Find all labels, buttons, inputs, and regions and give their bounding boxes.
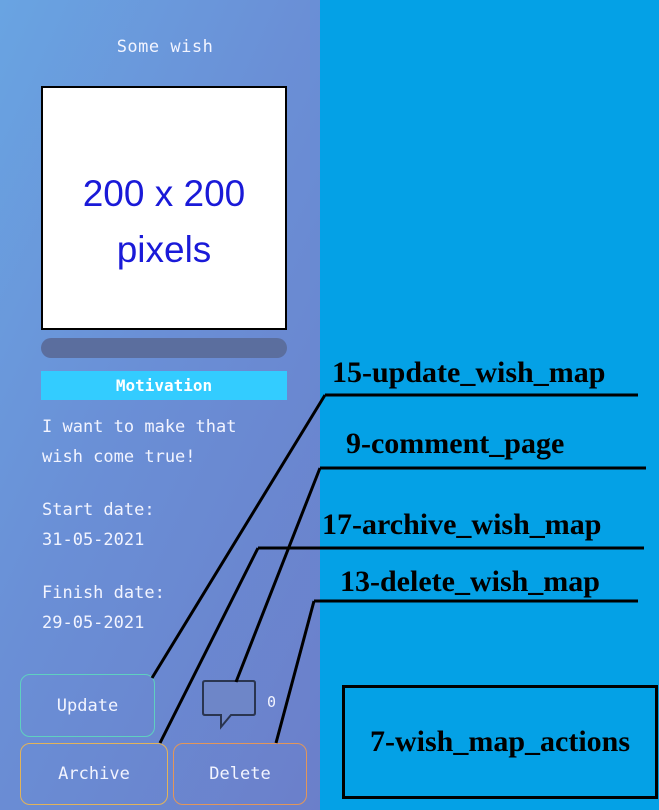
progress-bar	[41, 338, 287, 358]
finish-date-label: Finish date:	[42, 583, 165, 603]
comment-count: 0	[267, 693, 277, 711]
motivation-text: I want to make that wish come true!	[42, 417, 237, 467]
wish-card: Some wish 200 x 200 pixels Motivation I …	[0, 0, 320, 810]
image-placeholder-line2: pixels	[116, 229, 212, 270]
update-button[interactable]: Update	[20, 674, 155, 737]
start-date-value: 31-05-2021	[42, 530, 145, 550]
delete-button[interactable]: Delete	[173, 743, 307, 805]
image-placeholder-line1: 200 x 200	[82, 173, 246, 214]
comment-button[interactable]	[201, 679, 261, 735]
archive-button[interactable]: Archive	[20, 743, 168, 805]
annotation-delete: 13-delete_wish_map	[340, 565, 600, 598]
motivation-label: Motivation	[41, 371, 287, 400]
annotation-actions-box: 7-wish_map_actions	[342, 685, 658, 799]
speech-bubble-icon	[202, 680, 256, 730]
annotation-comment: 9-comment_page	[346, 427, 565, 460]
annotation-actions: 7-wish_map_actions	[369, 725, 631, 758]
wish-title: Some wish	[116, 37, 214, 57]
finish-date-value: 29-05-2021	[42, 613, 145, 633]
start-date-label: Start date:	[42, 500, 155, 520]
annotation-archive: 17-archive_wish_map	[322, 508, 602, 541]
wish-image: 200 x 200 pixels	[41, 86, 287, 330]
annotation-update: 15-update_wish_map	[332, 356, 606, 389]
